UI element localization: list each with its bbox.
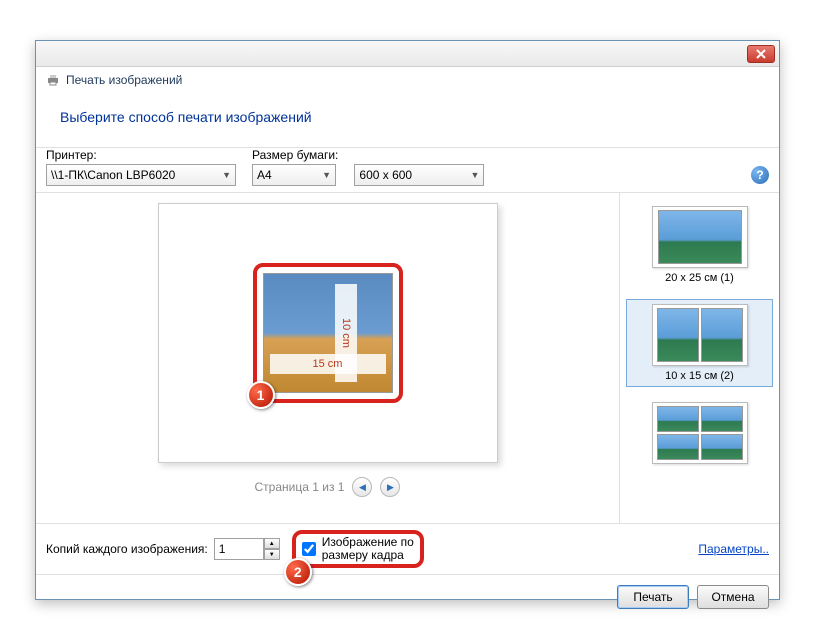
printer-icon [46, 73, 60, 87]
annotation-marker-2: 2 [284, 558, 312, 586]
paper-field: Размер бумаги: A4 ▼ [252, 148, 338, 186]
layout-thumb [652, 304, 748, 366]
quality-field: 600 x 600 ▼ [354, 148, 484, 186]
annotation-marker-1: 1 [247, 381, 275, 409]
paper-value: A4 [257, 168, 272, 182]
toolbar: Принтер: \\1-ПК\Canon LBP6020 ▼ Размер б… [36, 147, 779, 193]
main-area: 10 cm 15 cm 1 Страница 1 из 1 ◀ ▶ 20 x 2… [36, 193, 779, 523]
layouts-panel[interactable]: 20 x 25 см (1) 10 x 15 см (2) [619, 193, 779, 523]
prev-page-button[interactable]: ◀ [352, 477, 372, 497]
layout-option-20x25[interactable]: 20 x 25 см (1) [626, 201, 773, 289]
close-button[interactable] [747, 45, 775, 63]
printer-field: Принтер: \\1-ПК\Canon LBP6020 ▼ [46, 148, 236, 186]
header: Печать изображений [36, 67, 779, 97]
quality-value: 600 x 600 [359, 168, 412, 182]
printer-dropdown[interactable]: \\1-ПК\Canon LBP6020 ▼ [46, 164, 236, 186]
copies-down-button[interactable]: ▼ [264, 549, 280, 560]
fit-frame-checkbox[interactable] [302, 542, 316, 556]
options-row: Копий каждого изображения: ▲ ▼ Изображен… [36, 523, 779, 574]
cancel-button[interactable]: Отмена [697, 585, 769, 609]
layout-label: 20 x 25 см (1) [665, 272, 734, 284]
preview-thumbnail: 10 cm 15 cm [263, 273, 393, 393]
chevron-down-icon: ▼ [322, 170, 331, 180]
layout-thumb [652, 402, 748, 464]
paper-dropdown[interactable]: A4 ▼ [252, 164, 336, 186]
page-info: Страница 1 из 1 [255, 480, 345, 494]
layout-option-10x15[interactable]: 10 x 15 см (2) [626, 299, 773, 387]
titlebar [36, 41, 779, 67]
copies-input[interactable] [214, 538, 264, 560]
chevron-down-icon: ▼ [470, 170, 479, 180]
fit-frame-label: Изображение по размеру кадра [322, 536, 414, 562]
paper-label: Размер бумаги: [252, 148, 338, 162]
ruler-horizontal: 15 cm [270, 354, 386, 374]
highlight-fit-checkbox: Изображение по размеру кадра 2 [292, 530, 424, 568]
page-navigation: Страница 1 из 1 ◀ ▶ [255, 477, 401, 497]
layout-label: 10 x 15 см (2) [665, 370, 734, 382]
window-title: Печать изображений [66, 73, 182, 87]
parameters-link[interactable]: Параметры.. [698, 542, 769, 556]
print-dialog: Печать изображений Выберите способ печат… [35, 40, 780, 600]
chevron-down-icon: ▼ [222, 170, 231, 180]
page-title: Выберите способ печати изображений [36, 97, 779, 147]
printer-value: \\1-ПК\Canon LBP6020 [51, 168, 175, 182]
quality-dropdown[interactable]: 600 x 600 ▼ [354, 164, 484, 186]
printer-label: Принтер: [46, 148, 236, 162]
help-icon[interactable]: ? [751, 166, 769, 184]
preview-area: 10 cm 15 cm 1 Страница 1 из 1 ◀ ▶ [36, 193, 619, 523]
buttons-row: Печать Отмена [36, 574, 779, 619]
copies-up-button[interactable]: ▲ [264, 538, 280, 549]
layout-option-4up[interactable] [626, 397, 773, 473]
layout-thumb [652, 206, 748, 268]
print-button[interactable]: Печать [617, 585, 689, 609]
preview-page: 10 cm 15 cm 1 [158, 203, 498, 463]
highlight-preview: 10 cm 15 cm 1 [253, 263, 403, 403]
copies-label: Копий каждого изображения: [46, 542, 208, 556]
next-page-button[interactable]: ▶ [380, 477, 400, 497]
copies-spinner: ▲ ▼ [214, 538, 280, 560]
